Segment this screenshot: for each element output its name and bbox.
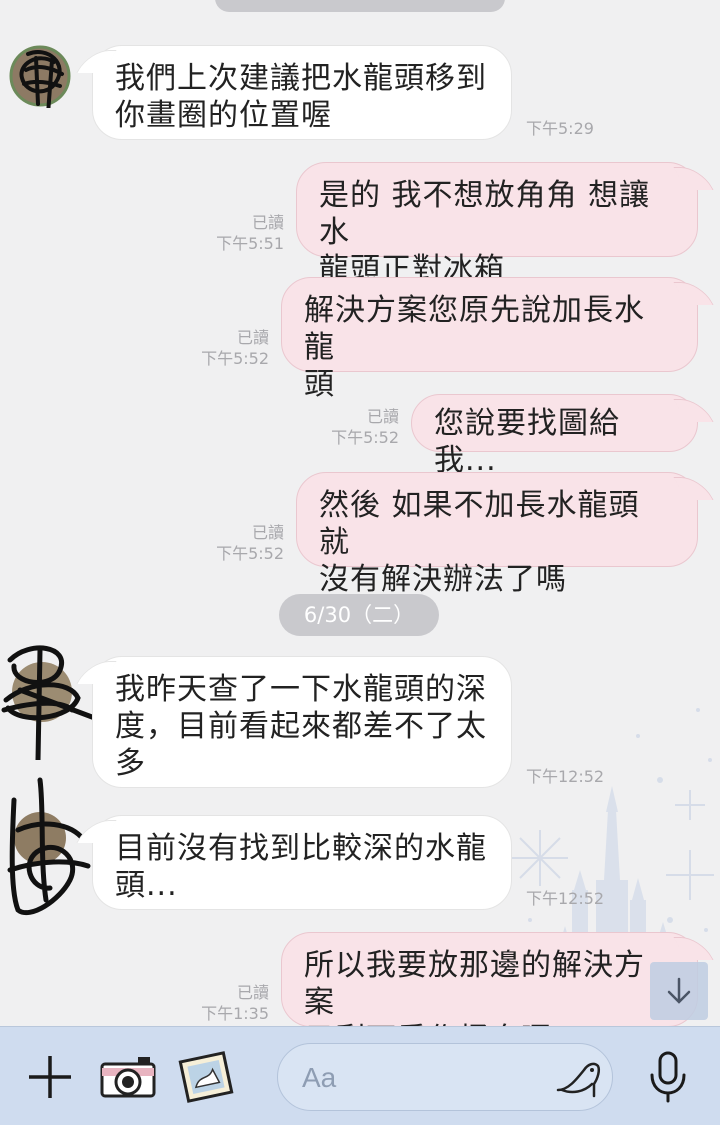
message-meta: 已讀下午5:52 <box>331 406 399 448</box>
message-time: 下午5:52 <box>331 428 399 447</box>
message-time: 下午12:52 <box>526 767 605 786</box>
message-bubble-outgoing[interactable]: 是的 我不想放角角 想讓水 龍頭正對冰箱 <box>296 162 698 287</box>
read-status: 已讀 <box>236 328 269 347</box>
add-button[interactable] <box>22 1049 78 1105</box>
message-bubble-incoming[interactable]: 我昨天查了一下水龍頭的深 度，目前看起來都差不了太 多 <box>92 656 512 788</box>
scroll-down-button[interactable] <box>650 962 708 1020</box>
read-status: 已讀 <box>366 407 399 426</box>
message-time: 下午12:52 <box>526 889 605 908</box>
date-separator: 6/30（二） <box>279 594 439 636</box>
message-time: 下午5:52 <box>201 349 269 368</box>
message-bubble-incoming[interactable]: 我們上次建議把水龍頭移到 你畫圈的位置喔 <box>92 45 512 140</box>
message-bubble-outgoing[interactable]: 您說要找圖給我... <box>411 394 698 478</box>
contact-avatar[interactable] <box>8 44 72 116</box>
message-time: 下午5:51 <box>216 234 284 253</box>
camera-button[interactable] <box>100 1049 156 1105</box>
message-bubble-incoming[interactable]: 目前沒有找到比較深的水龍 頭... <box>92 815 512 910</box>
message-meta: 已讀下午5:52 <box>216 522 284 564</box>
message-time: 下午5:52 <box>216 544 284 563</box>
shoe-sticker-icon[interactable] <box>554 1056 602 1100</box>
chat-area[interactable]: 我們上次建議把水龍頭移到 你畫圈的位置喔 下午5:29 是的 我不想放角角 想讓… <box>0 0 720 1026</box>
microphone-icon <box>650 1051 686 1103</box>
read-status: 已讀 <box>251 213 284 232</box>
photo-button[interactable] <box>178 1049 234 1105</box>
message-bubble-outgoing[interactable]: 解決方案您原先說加長水龍 頭 <box>281 277 698 402</box>
message-input-box[interactable] <box>277 1043 613 1111</box>
message-bubble-outgoing[interactable]: 然後 如果不加長水龍頭 就 沒有解決辦法了嗎 <box>296 472 698 597</box>
message-time: 下午5:29 <box>526 119 594 138</box>
message-meta: 已讀下午5:51 <box>216 212 284 254</box>
microphone-button[interactable] <box>640 1049 696 1105</box>
unread-divider <box>215 0 505 12</box>
message-meta: 已讀下午1:35 <box>201 982 269 1024</box>
contact-avatar[interactable] <box>0 770 100 920</box>
read-status: 已讀 <box>236 983 269 1002</box>
message-time: 下午1:35 <box>201 1004 269 1023</box>
plus-icon <box>29 1056 71 1098</box>
message-toolbar <box>0 1026 720 1125</box>
message-meta: 已讀下午5:52 <box>201 327 269 369</box>
read-status: 已讀 <box>251 523 284 542</box>
photo-icon <box>178 1051 234 1103</box>
scroll-down-arrow-icon <box>667 977 691 1004</box>
message-bubble-outgoing[interactable]: 所以我要放那邊的解決方案 只剩下重作桶身囉? <box>281 932 698 1026</box>
message-input[interactable] <box>302 1058 542 1098</box>
camera-icon <box>100 1057 156 1098</box>
